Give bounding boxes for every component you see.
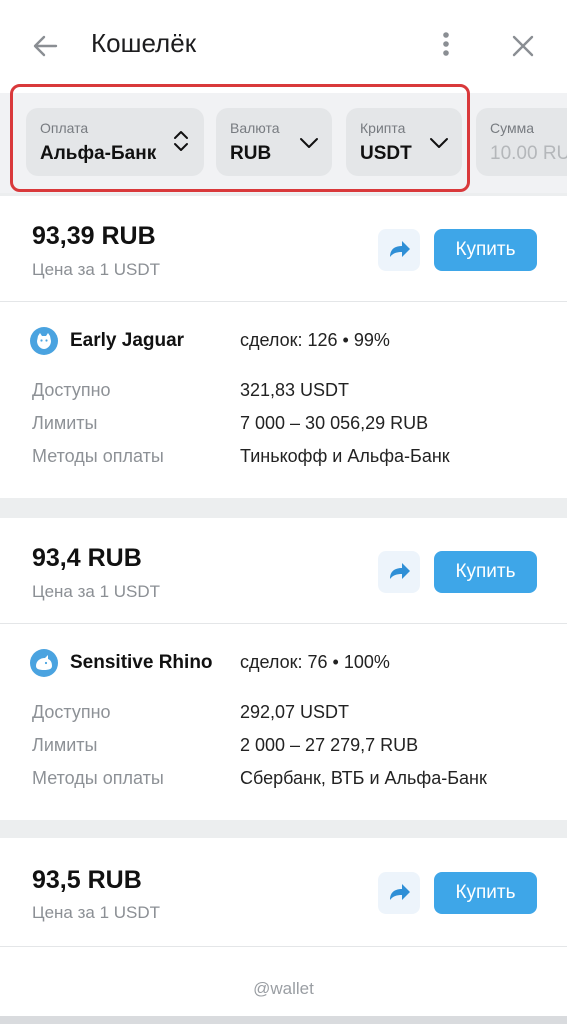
offer-divider: [0, 301, 567, 302]
seller-avatar: [30, 327, 58, 355]
footer-divider: [0, 946, 567, 947]
available-value: 292,07 USDT: [240, 702, 350, 722]
arrow-left-icon: [33, 35, 58, 57]
sort-updown-icon: [174, 131, 188, 151]
window-bottom-edge: [0, 1016, 567, 1024]
share-arrow-icon: [390, 563, 410, 579]
payment-methods-label: Методы оплаты: [32, 446, 164, 466]
rhino-icon: [36, 655, 52, 670]
share-arrow-icon: [390, 884, 410, 900]
back-button[interactable]: [28, 28, 64, 64]
more-vertical-icon: [443, 32, 449, 56]
page-title: Кошелёк: [91, 28, 197, 58]
seller-name[interactable]: Early Jaguar: [70, 330, 184, 352]
crypto-filter-label: Крипта: [360, 120, 406, 136]
amount-filter-label: Сумма: [490, 120, 534, 136]
footer: @wallet: [0, 946, 567, 1024]
share-button[interactable]: [378, 229, 420, 271]
offer-price: 93,4 RUB: [32, 544, 142, 572]
offer-price-subtitle: Цена за 1 USDT: [32, 260, 161, 279]
limits-value: 7 000 – 30 056,29 RUB: [240, 413, 429, 433]
offer-card: 93,5 RUB Цена за 1 USDT Купить: [0, 838, 567, 946]
currency-filter-label: Валюта: [230, 120, 280, 136]
payment-methods-value: Тинькофф и Альфа-Банк: [240, 446, 450, 466]
payment-filter[interactable]: Оплата Альфа-Банк: [26, 108, 204, 176]
chevron-down-icon: [300, 138, 318, 148]
menu-button[interactable]: [428, 26, 464, 66]
seller-name[interactable]: Sensitive Rhino: [70, 652, 213, 674]
currency-filter-value: RUB: [230, 143, 272, 164]
seller-avatar: [30, 649, 58, 677]
buy-button[interactable]: Купить: [434, 551, 537, 593]
buy-button[interactable]: Купить: [434, 872, 537, 914]
offer-divider: [0, 623, 567, 624]
close-button[interactable]: [505, 28, 541, 64]
footer-handle: @wallet: [253, 979, 314, 998]
share-button[interactable]: [378, 872, 420, 914]
header-bar: Кошелёк: [0, 0, 567, 88]
payment-methods-label: Методы оплаты: [32, 768, 164, 788]
seller-deals: сделок: 126 • 99%: [240, 330, 390, 350]
chevron-down-icon: [430, 138, 448, 148]
payment-filter-label: Оплата: [40, 120, 89, 136]
limits-label: Лимиты: [32, 413, 98, 433]
share-arrow-icon: [390, 241, 410, 257]
offer-price-subtitle: Цена за 1 USDT: [32, 582, 161, 601]
payment-methods-value: Сбербанк, ВТБ и Альфа-Банк: [240, 768, 487, 788]
crypto-filter[interactable]: Крипта USDT: [346, 108, 462, 176]
buy-button[interactable]: Купить: [434, 229, 537, 271]
crypto-filter-value: USDT: [360, 143, 412, 164]
limits-value: 2 000 – 27 279,7 RUB: [240, 735, 419, 755]
share-button[interactable]: [378, 551, 420, 593]
amount-filter-value: 10.00 RU: [490, 143, 567, 164]
offer-price: 93,5 RUB: [32, 866, 142, 894]
close-icon: [512, 35, 534, 57]
available-value: 321,83 USDT: [240, 380, 350, 400]
wallet-window: Кошелёк Оплата Альфа-Банк Валюта RUB Кри…: [0, 0, 567, 1024]
offer-card: 93,4 RUB Цена за 1 USDT Купить Sensitive…: [0, 518, 567, 820]
amount-filter[interactable]: Сумма 10.00 RU: [476, 108, 567, 176]
available-label: Доступно: [32, 380, 111, 400]
available-label: Доступно: [32, 702, 111, 722]
limits-label: Лимиты: [32, 735, 98, 755]
jaguar-icon: [37, 333, 51, 349]
offer-price: 93,39 RUB: [32, 222, 156, 250]
seller-deals: сделок: 76 • 100%: [240, 652, 390, 672]
offer-card: 93,39 RUB Цена за 1 USDT Купить Early Ja…: [0, 196, 567, 498]
payment-filter-value: Альфа-Банк: [40, 143, 157, 164]
currency-filter[interactable]: Валюта RUB: [216, 108, 332, 176]
offer-price-subtitle: Цена за 1 USDT: [32, 903, 161, 922]
